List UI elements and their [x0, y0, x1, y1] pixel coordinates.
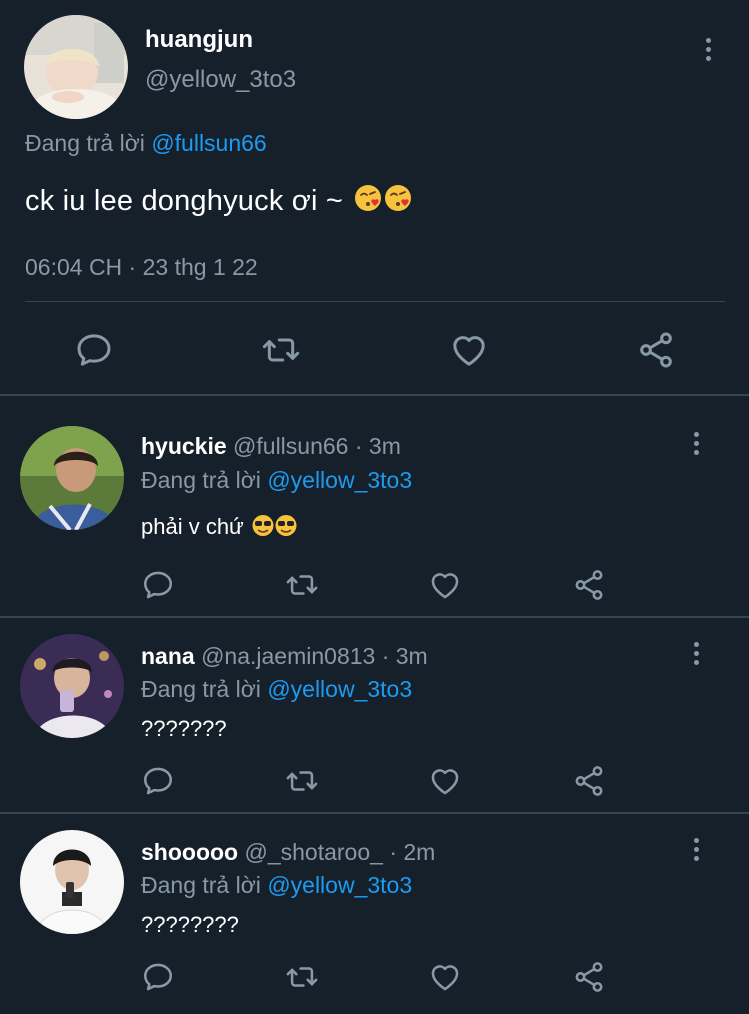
replying-to-link[interactable]: @yellow_3to3: [267, 872, 412, 898]
reply-time: · 3m: [381, 643, 428, 669]
retweet-icon[interactable]: [285, 568, 319, 602]
reply-icon[interactable]: [141, 764, 175, 798]
reply-text: ???????: [141, 716, 227, 741]
reply-icon[interactable]: [141, 568, 175, 602]
user-handle[interactable]: @_shotaroo_: [244, 839, 382, 865]
retweet-icon[interactable]: [285, 960, 319, 994]
replying-prefix: Đang trả lời: [141, 467, 261, 493]
more-options-icon[interactable]: [692, 838, 700, 861]
replying-prefix: Đang trả lời: [25, 130, 145, 156]
replying-to-line: Đang trả lời @yellow_3to3: [141, 467, 412, 494]
tweet-text: ck iu lee donghyuck ơi ~: [25, 183, 415, 218]
more-options-icon[interactable]: [692, 642, 700, 665]
kissing-face-emoji: [353, 183, 415, 213]
retweet-icon[interactable]: [285, 764, 319, 798]
reply-icon[interactable]: [74, 330, 114, 370]
heart-icon[interactable]: [428, 960, 462, 994]
heart-icon[interactable]: [428, 568, 462, 602]
user-handle[interactable]: @fullsun66: [233, 433, 348, 459]
reply-header: shooooo @_shotaroo_ · 2m: [141, 839, 435, 866]
share-icon[interactable]: [572, 960, 606, 994]
reply-header: nana @na.jaemin0813 · 3m: [141, 643, 428, 670]
display-name[interactable]: shooooo: [141, 839, 238, 865]
reply-body: phải v chứ: [141, 514, 244, 539]
display-name[interactable]: nana: [141, 643, 195, 669]
replying-to-line: Đang trả lời @yellow_3to3: [141, 872, 412, 899]
replying-to-link[interactable]: @fullsun66: [151, 130, 266, 156]
avatar[interactable]: [20, 426, 124, 530]
reply-text: ????????: [141, 912, 239, 937]
replying-prefix: Đang trả lời: [141, 676, 261, 702]
tweet-timestamp[interactable]: 06:04 CH · 23 thg 1 22: [25, 254, 258, 281]
replying-to-line: Đang trả lời @fullsun66: [25, 130, 267, 157]
reply-icon[interactable]: [141, 960, 175, 994]
heart-icon[interactable]: [428, 764, 462, 798]
display-name[interactable]: huangjun: [145, 26, 253, 54]
avatar[interactable]: [20, 830, 124, 934]
avatar[interactable]: [24, 15, 128, 119]
share-icon[interactable]: [636, 330, 676, 370]
share-icon[interactable]: [572, 764, 606, 798]
replying-prefix: Đang trả lời: [141, 872, 261, 898]
tweet-body: ck iu lee donghyuck ơi ~: [25, 185, 344, 217]
reply-time: · 3m: [354, 433, 401, 459]
reply-tweet[interactable]: shooooo @_shotaroo_ · 2m Đang trả lời @y…: [0, 814, 749, 1014]
replying-to-line: Đang trả lời @yellow_3to3: [141, 676, 412, 703]
user-handle[interactable]: @yellow_3to3: [145, 66, 296, 94]
replying-to-link[interactable]: @yellow_3to3: [267, 676, 412, 702]
display-name[interactable]: hyuckie: [141, 433, 227, 459]
retweet-icon[interactable]: [261, 330, 301, 370]
reply-header: hyuckie @fullsun66 · 3m: [141, 433, 401, 460]
reply-time: · 2m: [389, 839, 436, 865]
reply-tweet[interactable]: nana @na.jaemin0813 · 3m Đang trả lời @y…: [0, 618, 749, 814]
reply-tweet[interactable]: hyuckie @fullsun66 · 3m Đang trả lời @ye…: [0, 396, 749, 618]
user-handle[interactable]: @na.jaemin0813: [201, 643, 375, 669]
reply-text: phải v chứ: [141, 514, 298, 540]
heart-icon[interactable]: [449, 330, 489, 370]
sunglasses-face-emoji: [252, 514, 298, 537]
share-icon[interactable]: [572, 568, 606, 602]
replying-to-link[interactable]: @yellow_3to3: [267, 467, 412, 493]
avatar[interactable]: [20, 634, 124, 738]
divider: [25, 301, 725, 302]
more-options-icon[interactable]: [692, 432, 700, 455]
main-tweet: huangjun @yellow_3to3 Đang trả lời @full…: [0, 0, 749, 395]
more-options-icon[interactable]: [704, 38, 712, 61]
